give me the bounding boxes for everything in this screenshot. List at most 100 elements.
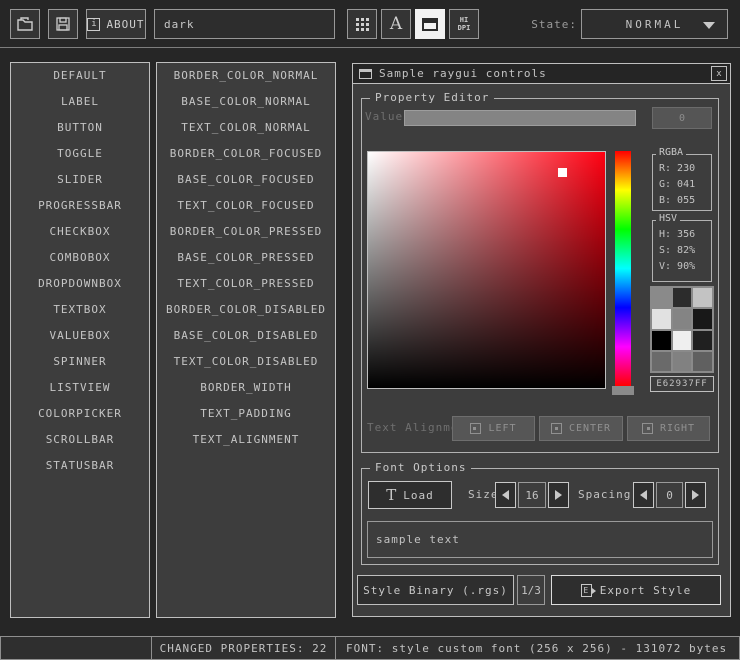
- font-T-icon: T: [386, 486, 397, 504]
- export-style-button[interactable]: E Export Style: [551, 575, 721, 605]
- palette-cell[interactable]: [693, 331, 712, 350]
- font-spacing-increase-button[interactable]: [685, 482, 706, 508]
- properties-list-item[interactable]: BASE_COLOR_FOCUSED: [157, 167, 335, 193]
- rgba-values: R: 230G: 041B: 055: [653, 155, 711, 209]
- align-left-label: LEFT: [488, 423, 516, 434]
- state-dropdown[interactable]: NORMAL: [581, 9, 728, 39]
- controls-list-item[interactable]: STATUSBAR: [11, 453, 149, 479]
- properties-list-item[interactable]: TEXT_COLOR_NORMAL: [157, 115, 335, 141]
- controls-list-item[interactable]: SLIDER: [11, 167, 149, 193]
- palette-cell[interactable]: [652, 352, 671, 371]
- properties-list-item[interactable]: BORDER_WIDTH: [157, 375, 335, 401]
- align-center-label: CENTER: [569, 423, 611, 434]
- font-spacing-label: Spacing:: [578, 488, 639, 501]
- font-view-button[interactable]: A: [381, 9, 411, 39]
- controls-list-item[interactable]: COMBOBOX: [11, 245, 149, 271]
- load-font-button[interactable]: T Load: [368, 481, 452, 509]
- value-box[interactable]: 0: [652, 107, 712, 129]
- properties-list-item[interactable]: BASE_COLOR_NORMAL: [157, 89, 335, 115]
- properties-list-item[interactable]: TEXT_PADDING: [157, 401, 335, 427]
- chevron-down-icon: [703, 22, 715, 29]
- properties-list-item[interactable]: TEXT_ALIGNMENT: [157, 427, 335, 453]
- text-alignment-label: Text Alignment:: [367, 421, 453, 434]
- controls-list-item[interactable]: TEXTBOX: [11, 297, 149, 323]
- window-icon: [359, 69, 372, 79]
- color-saturation-value-panel[interactable]: [367, 151, 606, 389]
- font-spacing-value[interactable]: 0: [656, 482, 683, 508]
- properties-list-item[interactable]: BORDER_COLOR_NORMAL: [157, 63, 335, 89]
- status-changed-properties: CHANGED PROPERTIES: 22: [151, 636, 336, 660]
- toolbar: i ABOUT A HIDPI State: NORMAL: [0, 0, 740, 48]
- left-arrow-icon: [640, 490, 647, 500]
- right-arrow-icon: [692, 490, 699, 500]
- controls-list-item[interactable]: PROGRESSBAR: [11, 193, 149, 219]
- controls-list-item[interactable]: LABEL: [11, 89, 149, 115]
- palette-cell[interactable]: [652, 331, 671, 350]
- controls-list-item[interactable]: SPINNER: [11, 349, 149, 375]
- properties-list-item[interactable]: BORDER_COLOR_DISABLED: [157, 297, 335, 323]
- palette-cell[interactable]: [673, 352, 692, 371]
- palette-cell[interactable]: [673, 331, 692, 350]
- property-editor-title: Property Editor: [370, 91, 494, 104]
- align-left-icon: [470, 423, 481, 434]
- palette-cell[interactable]: [652, 288, 671, 307]
- export-style-label: Export Style: [600, 584, 691, 597]
- save-file-button[interactable]: [48, 9, 78, 39]
- align-right-button[interactable]: RIGHT: [627, 416, 710, 441]
- open-file-button[interactable]: [10, 9, 40, 39]
- align-right-icon: [642, 423, 653, 434]
- controls-list-item[interactable]: DEFAULT: [11, 63, 149, 89]
- controls-list-item[interactable]: BUTTON: [11, 115, 149, 141]
- export-icon: E: [581, 584, 592, 597]
- hsv-row: V: 90%: [653, 259, 711, 275]
- controls-list-item[interactable]: SCROLLBAR: [11, 427, 149, 453]
- properties-list-item[interactable]: BASE_COLOR_DISABLED: [157, 323, 335, 349]
- properties-list-item[interactable]: BORDER_COLOR_FOCUSED: [157, 141, 335, 167]
- hue-bar[interactable]: [615, 151, 631, 386]
- font-spacing-decrease-button[interactable]: [633, 482, 654, 508]
- about-button[interactable]: i ABOUT: [86, 9, 146, 39]
- palette-cell[interactable]: [693, 288, 712, 307]
- controls-list-item[interactable]: LISTVIEW: [11, 375, 149, 401]
- controls-list-item[interactable]: DROPDOWNBOX: [11, 271, 149, 297]
- palette-cell[interactable]: [652, 309, 671, 328]
- window-titlebar[interactable]: Sample raygui controls x: [353, 64, 730, 84]
- rgba-title: RGBA: [656, 147, 686, 158]
- properties-list-item[interactable]: BASE_COLOR_PRESSED: [157, 245, 335, 271]
- font-size-value[interactable]: 16: [518, 482, 546, 508]
- controls-list-item[interactable]: VALUEBOX: [11, 323, 149, 349]
- hue-slider-handle[interactable]: [612, 386, 634, 395]
- controls-list-item[interactable]: COLORPICKER: [11, 401, 149, 427]
- hex-color-input[interactable]: E62937FF: [650, 376, 714, 392]
- font-size-decrease-button[interactable]: [495, 482, 516, 508]
- properties-list-item[interactable]: TEXT_COLOR_FOCUSED: [157, 193, 335, 219]
- color-picker-cursor[interactable]: [558, 168, 567, 177]
- align-right-label: RIGHT: [660, 423, 695, 434]
- style-name-input[interactable]: [154, 9, 335, 39]
- properties-list-item[interactable]: TEXT_COLOR_PRESSED: [157, 271, 335, 297]
- align-center-button[interactable]: CENTER: [539, 416, 623, 441]
- font-size-increase-button[interactable]: [548, 482, 569, 508]
- sample-text-input[interactable]: sample text: [367, 521, 713, 558]
- style-table-view-button[interactable]: [347, 9, 377, 39]
- palette-cell[interactable]: [693, 352, 712, 371]
- properties-list-item[interactable]: BORDER_COLOR_PRESSED: [157, 219, 335, 245]
- align-left-button[interactable]: LEFT: [452, 416, 535, 441]
- controls-window-view-button[interactable]: [415, 9, 445, 39]
- controls-list-item[interactable]: TOGGLE: [11, 141, 149, 167]
- state-label: State:: [527, 18, 577, 31]
- properties-list-item[interactable]: TEXT_COLOR_DISABLED: [157, 349, 335, 375]
- status-empty-cell: [0, 636, 152, 660]
- palette-cell[interactable]: [673, 309, 692, 328]
- format-pagination[interactable]: 1/3: [517, 575, 545, 605]
- value-slider[interactable]: [404, 110, 636, 126]
- palette-cell[interactable]: [693, 309, 712, 328]
- hsv-row: H: 356: [653, 227, 711, 243]
- property-editor-group: Property Editor Value: 0 RGBA R: 230G: 0…: [361, 98, 719, 453]
- palette-cell[interactable]: [673, 288, 692, 307]
- style-format-button[interactable]: Style Binary (.rgs): [357, 575, 514, 605]
- controls-list-item[interactable]: CHECKBOX: [11, 219, 149, 245]
- hidpi-button[interactable]: HIDPI: [449, 9, 479, 39]
- close-icon[interactable]: x: [711, 66, 727, 81]
- controls-list: DEFAULTLABELBUTTONTOGGLESLIDERPROGRESSBA…: [10, 62, 150, 618]
